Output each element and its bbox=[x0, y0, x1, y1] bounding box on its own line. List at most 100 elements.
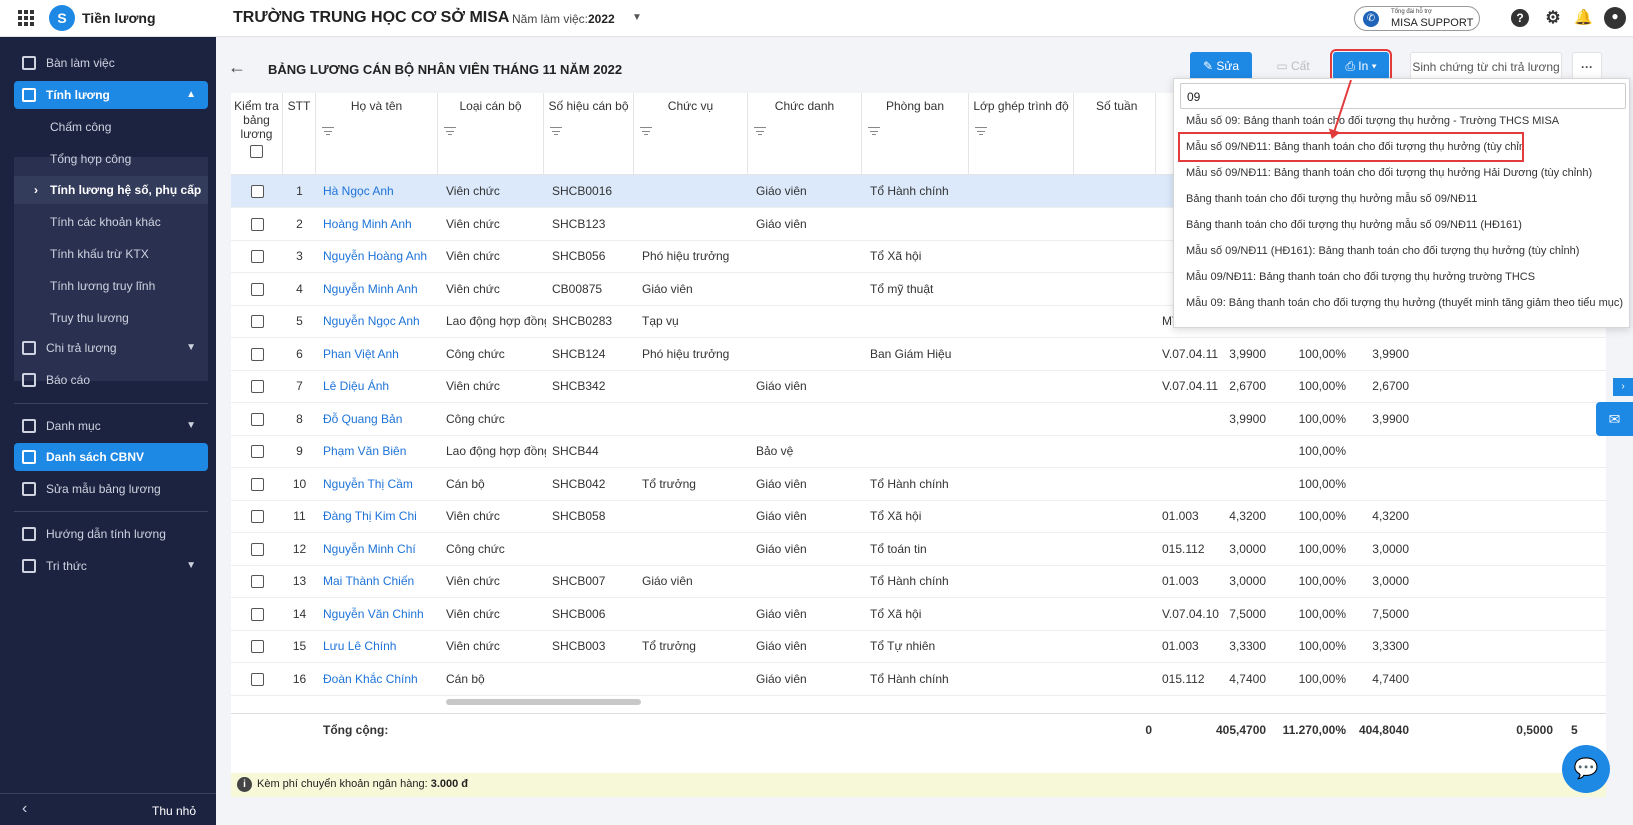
print-button[interactable]: ⎙ In ▾ bbox=[1330, 49, 1392, 83]
sidebar-item-payment[interactable]: Chi trả lương ▼ bbox=[14, 334, 208, 362]
row-checkbox[interactable] bbox=[251, 315, 264, 328]
sidebar-sub-dorm[interactable]: Tính khấu trừ KTX bbox=[14, 240, 208, 268]
sidebar-item-knowledge[interactable]: Tri thức ▼ bbox=[14, 552, 208, 580]
cell-name[interactable]: Hoàng Minh Anh bbox=[323, 208, 439, 241]
cell-name[interactable]: Nguyễn Minh Chí bbox=[323, 533, 439, 566]
template-option[interactable]: Mẫu số 09/NĐ11: Bảng thanh toán cho đối … bbox=[1174, 160, 1631, 186]
filter-icon[interactable] bbox=[754, 127, 766, 137]
cut-button[interactable]: ▭ Cất bbox=[1262, 52, 1324, 80]
row-checkbox[interactable] bbox=[251, 250, 264, 263]
sidebar-item-payroll[interactable]: Tính lương ▲ bbox=[14, 81, 208, 109]
filter-icon[interactable] bbox=[868, 127, 880, 137]
sidebar-item-desk[interactable]: Bàn làm việc bbox=[14, 49, 208, 77]
cell-name[interactable]: Nguyễn Thị Cầm bbox=[323, 468, 439, 501]
row-checkbox[interactable] bbox=[251, 217, 264, 231]
sidebar-sub-recovery[interactable]: Truy thu lương bbox=[14, 304, 208, 332]
sidebar-item-template[interactable]: Sửa mẫu bảng lương bbox=[14, 475, 208, 503]
avatar-icon[interactable]: ● bbox=[1604, 7, 1626, 29]
header-dept[interactable]: Phòng ban bbox=[862, 93, 969, 175]
filter-icon[interactable] bbox=[550, 127, 562, 137]
row-checkbox[interactable] bbox=[251, 542, 264, 556]
table-row[interactable]: 7 Lê Diệu Ánh Viên chức SHCB342 Giáo viên V.0… bbox=[231, 370, 1606, 403]
cell-name[interactable]: Nguyễn Minh Anh bbox=[323, 273, 439, 306]
help-icon[interactable]: ? bbox=[1511, 9, 1529, 27]
row-checkbox[interactable] bbox=[251, 672, 264, 686]
row-checkbox[interactable] bbox=[251, 185, 264, 198]
filter-icon[interactable] bbox=[322, 127, 334, 137]
row-checkbox[interactable] bbox=[251, 282, 264, 296]
row-checkbox[interactable] bbox=[251, 575, 264, 588]
cell-name[interactable]: Nguyễn Ngọc Anh bbox=[323, 305, 439, 338]
row-checkbox[interactable] bbox=[251, 477, 264, 491]
sidebar-sub-summary[interactable]: Tổng hợp công bbox=[14, 145, 208, 173]
filter-icon[interactable] bbox=[444, 127, 456, 137]
row-checkbox[interactable] bbox=[251, 380, 264, 393]
select-all-checkbox[interactable] bbox=[250, 145, 263, 158]
cell-name[interactable]: Phạm Văn Biên bbox=[323, 435, 439, 468]
template-option[interactable]: Mẫu số 09/NĐ11 (HĐ161): Bảng thanh toán … bbox=[1174, 238, 1631, 264]
template-option-selected[interactable]: Mẫu số 09/NĐ11: Bảng thanh toán cho đối … bbox=[1178, 132, 1524, 162]
header-position[interactable]: Chức vụ bbox=[634, 93, 748, 175]
header-code[interactable]: Số hiệu cán bộ bbox=[544, 93, 634, 175]
gear-icon[interactable]: ⚙ bbox=[1544, 9, 1562, 27]
row-checkbox[interactable] bbox=[251, 607, 264, 621]
cell-name[interactable]: Hà Ngọc Anh bbox=[323, 175, 439, 208]
cell-name[interactable]: Nguyễn Văn Chinh bbox=[323, 598, 439, 631]
row-checkbox[interactable] bbox=[251, 412, 264, 426]
table-row[interactable]: 8 Đỗ Quang Bản Công chức 3,9900 100,00% 3,990… bbox=[231, 403, 1606, 436]
collapse-sidebar-button[interactable]: ‹ Thu nhỏ bbox=[0, 793, 216, 825]
sidebar-sub-timesheet[interactable]: Chấm công bbox=[14, 113, 208, 141]
header-title[interactable]: Chức danh bbox=[748, 93, 862, 175]
filter-icon[interactable] bbox=[975, 127, 987, 137]
table-row[interactable]: 16 Đoàn Khắc Chính Cán bộ Giáo viên Tổ Hành … bbox=[231, 663, 1606, 696]
sidebar-sub-other[interactable]: Tính các khoản khác bbox=[14, 208, 208, 236]
table-row[interactable]: 11 Đàng Thị Kim Chi Viên chức SHCB058 Giáo v… bbox=[231, 500, 1606, 533]
template-option[interactable]: Mẫu số 09: Bảng thanh toán cho đối tượng… bbox=[1174, 108, 1631, 134]
row-checkbox[interactable] bbox=[251, 347, 264, 361]
edit-button[interactable]: ✎ Sửa bbox=[1190, 52, 1252, 80]
table-row[interactable]: 14 Nguyễn Văn Chinh Viên chức SHCB006 Giáo v… bbox=[231, 598, 1606, 631]
voucher-button[interactable]: Sinh chứng từ chi trả lương bbox=[1410, 52, 1562, 80]
template-option[interactable]: Bảng thanh toán cho đối tượng thụ hưởng … bbox=[1174, 186, 1631, 212]
cell-name[interactable]: Đỗ Quang Bản bbox=[323, 403, 439, 436]
sidebar-sub-coefficient[interactable]: › Tính lương hệ số, phụ cấp bbox=[14, 176, 208, 204]
chat-bubble-icon[interactable]: 💬 bbox=[1562, 745, 1610, 793]
horizontal-scrollbar[interactable] bbox=[446, 699, 641, 705]
cell-name[interactable]: Phan Việt Anh bbox=[323, 338, 439, 371]
apps-grid-icon[interactable] bbox=[18, 10, 34, 26]
chevron-down-icon[interactable]: ▼ bbox=[632, 12, 642, 23]
template-option[interactable]: Bảng thanh toán cho đối tượng thụ hưởng … bbox=[1174, 212, 1631, 238]
header-name[interactable]: Họ và tên bbox=[316, 93, 438, 175]
filter-icon[interactable] bbox=[640, 127, 652, 137]
table-row[interactable]: 10 Nguyễn Thị Cầm Cán bộ SHCB042 Tổ trưởng Gi… bbox=[231, 468, 1606, 501]
row-checkbox[interactable] bbox=[251, 640, 264, 653]
cell-name[interactable]: Đoàn Khắc Chính bbox=[323, 663, 439, 696]
header-type[interactable]: Loại cán bộ bbox=[438, 93, 544, 175]
sidebar-item-staff[interactable]: Danh sách CBNV bbox=[14, 443, 208, 471]
sidebar-item-guide[interactable]: Hướng dẫn tính lương bbox=[14, 520, 208, 548]
cell-name[interactable]: Lưu Lê Chính bbox=[323, 630, 439, 663]
row-checkbox[interactable] bbox=[251, 510, 264, 523]
header-grade[interactable]: Lớp ghép trình độ bbox=[969, 93, 1074, 175]
cell-name[interactable]: Mai Thành Chiến bbox=[323, 565, 439, 598]
year-select[interactable]: 2022 bbox=[588, 12, 615, 26]
sidebar-sub-arrears[interactable]: Tính lương truy lĩnh bbox=[14, 272, 208, 300]
template-search-input[interactable]: 09 bbox=[1180, 83, 1626, 109]
table-row[interactable]: 6 Phan Việt Anh Công chức SHCB124 Phó hiệu t… bbox=[231, 338, 1606, 371]
table-row[interactable]: 15 Lưu Lê Chính Viên chức SHCB003 Tổ trưởng G… bbox=[231, 630, 1606, 663]
row-checkbox[interactable] bbox=[251, 445, 264, 458]
bell-icon[interactable]: 🔔 bbox=[1574, 9, 1593, 27]
table-row[interactable]: 13 Mai Thành Chiến Viên chức SHCB007 Giáo vi… bbox=[231, 565, 1606, 598]
table-row[interactable]: 12 Nguyễn Minh Chí Công chức Giáo viên Tổ to… bbox=[231, 533, 1606, 566]
table-row[interactable]: 9 Phạm Văn Biên Lao động hợp đồng SHCB44 Bảo… bbox=[231, 435, 1606, 468]
template-option[interactable]: Mẫu 09: Bảng thanh toán cho đối tượng th… bbox=[1174, 290, 1631, 316]
cell-name[interactable]: Lê Diệu Ánh bbox=[323, 370, 439, 403]
cell-name[interactable]: Đàng Thị Kim Chi bbox=[323, 500, 439, 533]
template-option[interactable]: Mẫu 09/NĐ11: Bảng thanh toán cho đối tượ… bbox=[1174, 264, 1631, 290]
chevron-right-icon[interactable]: › bbox=[1613, 378, 1633, 396]
sidebar-item-category[interactable]: Danh mục ▼ bbox=[14, 412, 208, 440]
feedback-tab-icon[interactable]: ✉ bbox=[1596, 402, 1633, 436]
more-button[interactable]: ··· bbox=[1572, 52, 1602, 80]
back-arrow-icon[interactable]: ← bbox=[228, 57, 246, 78]
support-button[interactable]: ✆ Tổng đài hỗ trợ MISA SUPPORT bbox=[1354, 6, 1480, 31]
